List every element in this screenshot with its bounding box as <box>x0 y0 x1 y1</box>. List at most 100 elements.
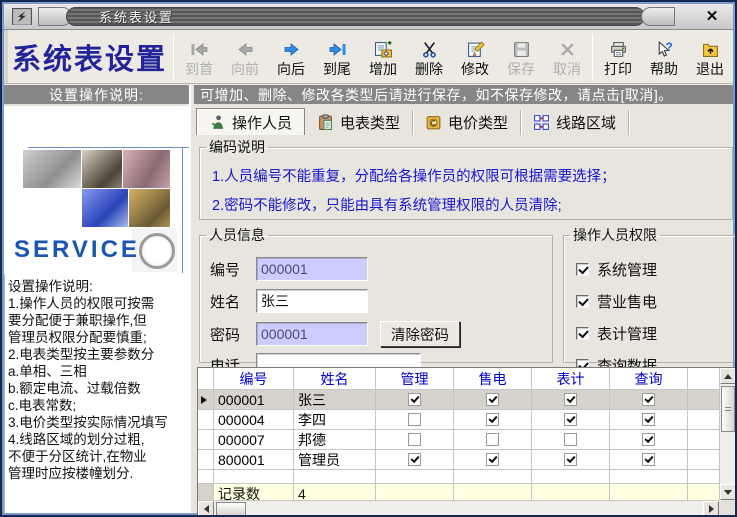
person-info-legend: 人员信息 <box>206 225 268 245</box>
grid-column-header[interactable]: 售电 <box>454 368 532 390</box>
main-area: 可增加、删除、修改各类型后请进行保存，如不保存修改，请点击[取消]。 操作人员电… <box>191 85 733 513</box>
horizontal-scrollbar[interactable] <box>198 500 719 516</box>
scroll-down-button[interactable] <box>720 484 736 500</box>
table-row[interactable]: 000007邦德 <box>198 430 719 450</box>
row-permission-cell[interactable] <box>376 390 454 410</box>
vertical-scrollbar[interactable] <box>719 368 736 500</box>
empty-cell <box>454 470 532 484</box>
row-selector[interactable] <box>198 390 214 410</box>
clear-password-button[interactable]: 清除密码 <box>380 321 460 347</box>
app-window: 系统表设置 ✕ 系统表设置 到首向前向后到尾增加删除修改保存取消打印?帮助退出 … <box>0 0 737 517</box>
checkbox-icon[interactable] <box>642 453 655 466</box>
tab-label: 电价类型 <box>448 112 508 133</box>
vertical-scroll-thumb[interactable] <box>721 386 735 432</box>
checkbox-icon[interactable] <box>576 263 589 276</box>
password-field[interactable] <box>256 322 368 346</box>
row-id-cell: 000004 <box>214 410 294 430</box>
checkbox-icon[interactable] <box>408 413 421 426</box>
permission-checkbox-row[interactable]: 表计管理 <box>576 323 657 344</box>
checkbox-icon[interactable] <box>408 453 421 466</box>
toolbar-button-help[interactable]: ?帮助 <box>641 30 687 83</box>
row-permission-cell[interactable] <box>454 390 532 410</box>
grid-column-header[interactable]: 管理 <box>376 368 454 390</box>
tab-meter-type[interactable]: 电表类型 <box>305 110 413 135</box>
toolbar-button-label: 向前 <box>231 61 259 77</box>
checkbox-icon[interactable] <box>642 393 655 406</box>
toolbar-button-nav-last[interactable]: 到尾 <box>314 30 360 83</box>
row-permission-cell[interactable] <box>376 430 454 450</box>
scroll-right-button[interactable] <box>703 501 719 517</box>
checkbox-icon[interactable] <box>642 433 655 446</box>
tab-line-region[interactable]: 线路区域 <box>521 110 629 135</box>
row-selector[interactable] <box>198 450 214 470</box>
checkbox-icon[interactable] <box>486 453 499 466</box>
service-wordmark: SERVICE <box>14 236 140 264</box>
grid-column-header[interactable]: 姓名 <box>294 368 376 390</box>
toolbar-button-printer[interactable]: 打印 <box>595 30 641 83</box>
body: 设置操作说明: SERVICE 设置操作说明: 1.操作人员的权限可按需 要分配… <box>4 85 733 513</box>
checkbox-icon[interactable] <box>576 295 589 308</box>
checkbox-icon[interactable] <box>642 413 655 426</box>
row-permission-cell[interactable] <box>610 450 688 470</box>
tab-panel-operators: 编码说明 1.人员编号不能重复，分配给各操作员的权限可根据需要选择；2.密码不能… <box>193 135 733 513</box>
record-count-label: 记录数 <box>214 484 294 500</box>
checkbox-icon[interactable] <box>564 413 577 426</box>
close-icon[interactable]: ✕ <box>701 8 723 26</box>
checkbox-icon[interactable] <box>408 393 421 406</box>
toolbar-button-delete-scissors[interactable]: 删除 <box>406 30 452 83</box>
checkbox-icon[interactable] <box>486 413 499 426</box>
help-icon: ? <box>653 40 675 60</box>
permission-checkbox-row[interactable]: 系统管理 <box>576 259 657 280</box>
checkbox-icon[interactable] <box>408 433 421 446</box>
toolbar-button-add-record[interactable]: 增加 <box>360 30 406 83</box>
grid-column-header[interactable]: 编号 <box>214 368 294 390</box>
row-permission-cell[interactable] <box>454 430 532 450</box>
cancel-x-icon <box>556 40 578 60</box>
row-selector[interactable] <box>198 410 214 430</box>
empty-cell <box>610 470 688 484</box>
grid-column-header[interactable]: 查询 <box>610 368 688 390</box>
row-permission-cell[interactable] <box>376 410 454 430</box>
scroll-left-button[interactable] <box>198 501 214 517</box>
name-field[interactable] <box>256 289 368 313</box>
password-label: 密码 <box>210 324 256 345</box>
row-permission-cell[interactable] <box>610 410 688 430</box>
tab-price-type[interactable]: 电价类型 <box>413 110 521 135</box>
price-type-icon <box>425 114 442 131</box>
permission-checkbox-row[interactable]: 营业售电 <box>576 291 657 312</box>
checkbox-icon[interactable] <box>564 393 577 406</box>
row-permission-cell[interactable] <box>532 410 610 430</box>
row-permission-cell[interactable] <box>454 450 532 470</box>
checkbox-icon[interactable] <box>486 433 499 446</box>
toolbar-button-nav-next[interactable]: 向后 <box>268 30 314 83</box>
row-permission-cell[interactable] <box>532 390 610 410</box>
grid-column-header[interactable]: 表计 <box>532 368 610 390</box>
toolbar-separator <box>173 34 174 79</box>
row-permission-cell[interactable] <box>532 430 610 450</box>
checkbox-icon[interactable] <box>486 393 499 406</box>
row-permission-cell[interactable] <box>454 410 532 430</box>
checkbox-icon[interactable] <box>564 433 577 446</box>
table-row[interactable]: 800001管理员 <box>198 450 719 470</box>
tab-operator-person[interactable]: 操作人员 <box>196 108 305 135</box>
toolbar-button-edit-record[interactable]: 修改 <box>452 30 498 83</box>
toolbar-button-nav-prev: 向前 <box>222 30 268 83</box>
person-info-groupbox: 人员信息 编号 姓名 密码 清除密码 电话 <box>199 225 553 363</box>
checkbox-icon[interactable] <box>564 453 577 466</box>
row-permission-cell[interactable] <box>532 450 610 470</box>
checkbox-icon[interactable] <box>576 327 589 340</box>
id-field[interactable] <box>256 257 368 281</box>
empty-row <box>198 470 719 484</box>
toolbar-button-save-floppy: 保存 <box>498 30 544 83</box>
row-permission-cell[interactable] <box>376 450 454 470</box>
row-permission-cell[interactable] <box>610 390 688 410</box>
table-row[interactable]: 000001张三 <box>198 390 719 410</box>
row-permission-cell[interactable] <box>610 430 688 450</box>
horizontal-scroll-thumb[interactable] <box>216 502 246 516</box>
row-selector[interactable] <box>198 430 214 450</box>
scroll-up-button[interactable] <box>720 368 736 384</box>
table-row[interactable]: 000004李四 <box>198 410 719 430</box>
toolbar-button-exit[interactable]: 退出 <box>687 30 733 83</box>
toolbar-button-label: 保存 <box>507 61 535 77</box>
coding-note-line: 1.人员编号不能重复，分配给各操作员的权限可根据需要选择； <box>200 165 732 186</box>
